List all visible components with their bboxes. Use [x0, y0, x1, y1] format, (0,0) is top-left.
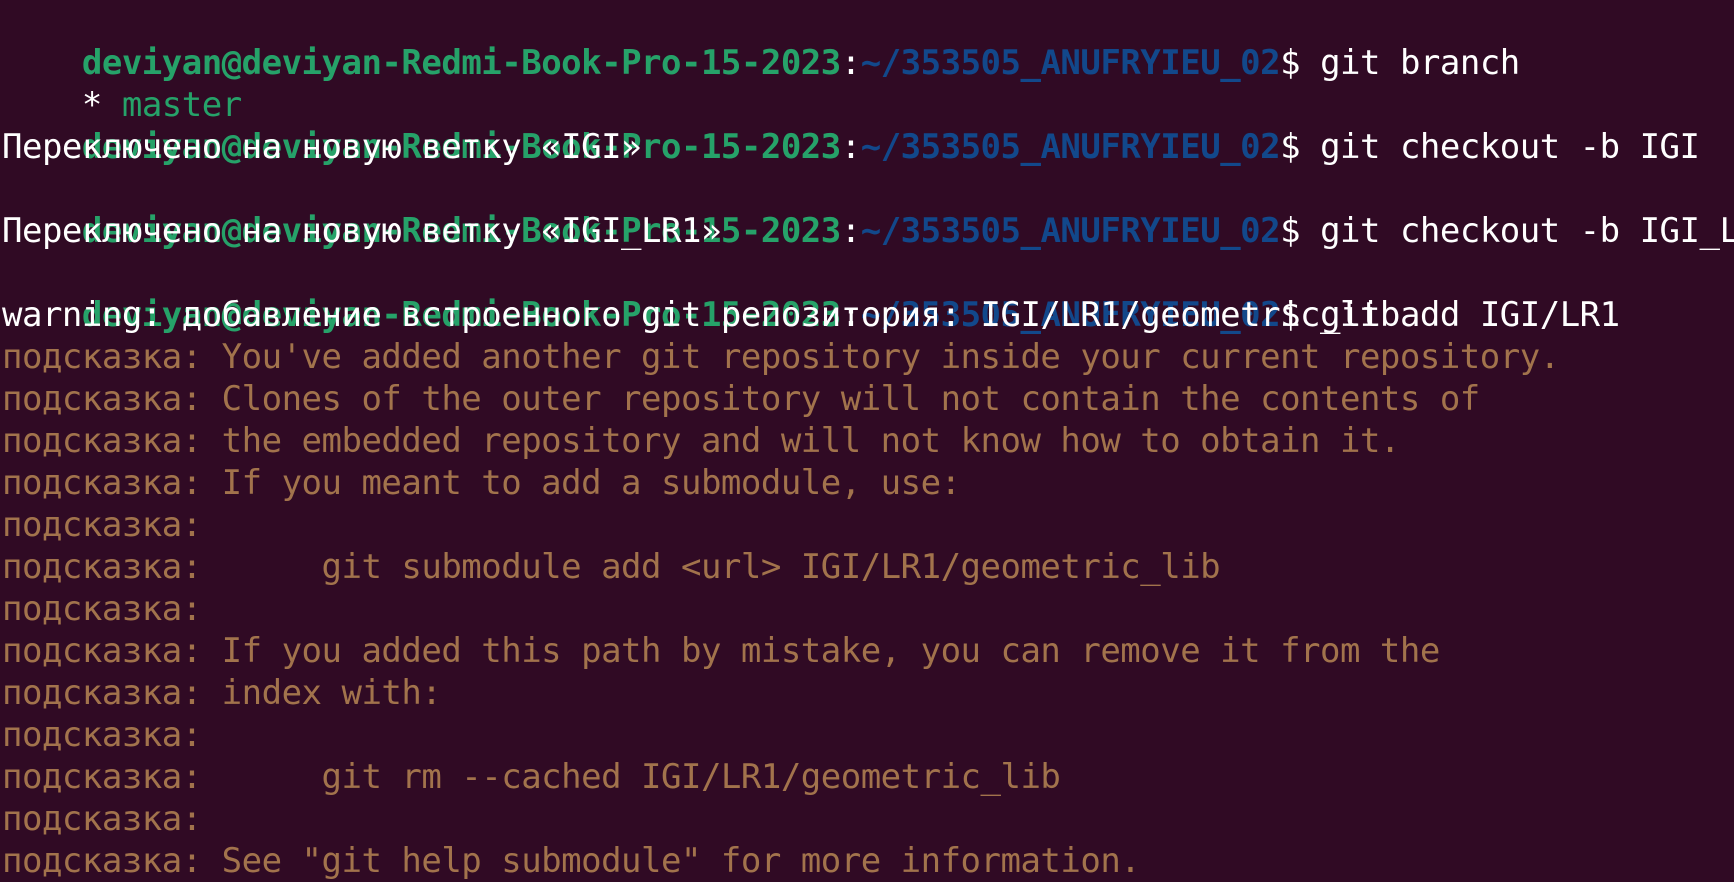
hint-line: подсказка:: [2, 799, 202, 839]
prompt-colon: :: [840, 127, 861, 167]
hint-line: подсказка: See "git help submodule" for …: [2, 841, 1141, 881]
command-text: git branch: [1320, 43, 1520, 83]
hint-line: подсказка: Clones of the outer repositor…: [2, 379, 1480, 419]
prompt-colon: :: [840, 211, 861, 251]
hint-line: подсказка: the embedded repository and w…: [2, 421, 1400, 461]
prompt-colon: :: [840, 43, 861, 83]
hint-line: подсказка:: [2, 589, 202, 629]
hint-line: подсказка:: [2, 505, 202, 545]
hint-line: подсказка: index with:: [2, 673, 442, 713]
hint-line: подсказка:: [2, 715, 202, 755]
prompt-line: deviyan@deviyan-Redmi-Book-Pro-15-2023:~…: [2, 0, 1734, 83]
command-text: git checkout -b IGI_LR1: [1320, 211, 1734, 251]
current-branch-marker: *: [81, 85, 122, 125]
prompt-user-host: deviyan@deviyan-Redmi-Book-Pro-15-2023: [81, 43, 841, 83]
hint-line: подсказка: git rm --cached IGI/LR1/geome…: [2, 757, 1061, 797]
prompt-path: ~/353505_ANUFRYIEU_02: [860, 127, 1281, 167]
current-branch-name: master: [121, 85, 242, 125]
terminal-window[interactable]: deviyan@deviyan-Redmi-Book-Pro-15-2023:~…: [0, 0, 1734, 882]
prompt-line: deviyan@deviyan-Redmi-Book-Pro-15-2023:~…: [2, 168, 1734, 251]
hint-line: подсказка: You've added another git repo…: [2, 337, 1560, 377]
hint-line: подсказка: If you added this path by mis…: [2, 631, 1440, 671]
prompt-dollar: $: [1280, 127, 1321, 167]
prompt-dollar: $: [1280, 211, 1321, 251]
hint-line: подсказка: If you meant to add a submodu…: [2, 463, 961, 503]
prompt-path: ~/353505_ANUFRYIEU_02: [860, 43, 1281, 83]
hint-line: подсказка: git submodule add <url> IGI/L…: [2, 547, 1221, 587]
prompt-line: deviyan@deviyan-Redmi-Book-Pro-15-2023:~…: [2, 252, 1734, 335]
prompt-dollar: $: [1280, 43, 1321, 83]
prompt-path: ~/353505_ANUFRYIEU_02: [860, 211, 1281, 251]
prompt-line: deviyan@deviyan-Redmi-Book-Pro-15-2023:~…: [2, 84, 1734, 167]
command-text: git checkout -b IGI: [1320, 127, 1700, 167]
